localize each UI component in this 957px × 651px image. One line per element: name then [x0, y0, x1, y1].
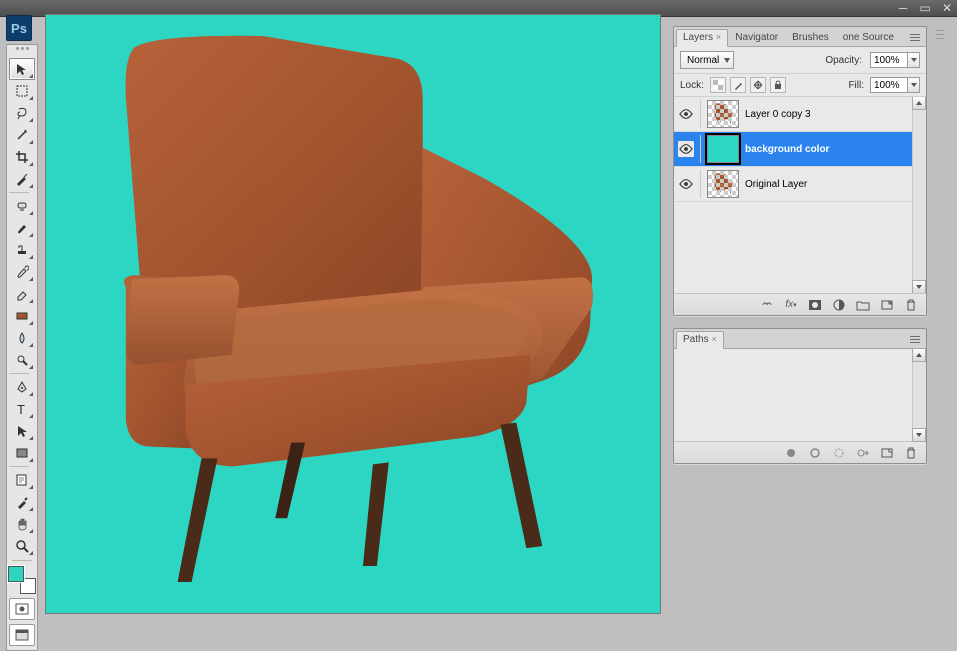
scroll-down-icon[interactable]	[912, 428, 926, 442]
blur-tool[interactable]	[9, 327, 35, 349]
lasso-tool[interactable]	[9, 102, 35, 124]
lock-position-icon[interactable]	[750, 77, 766, 93]
visibility-toggle[interactable]	[678, 141, 694, 157]
path-from-selection-icon[interactable]	[854, 445, 872, 461]
type-tool[interactable]: T	[9, 398, 35, 420]
path-selection-tool[interactable]	[9, 420, 35, 442]
tab-brushes[interactable]: Brushes	[785, 29, 836, 46]
paths-list	[674, 349, 926, 441]
fill-label: Fill:	[848, 80, 864, 91]
layer-name: Original Layer	[745, 179, 807, 190]
opacity-label: Opacity:	[825, 55, 862, 66]
fill-path-icon[interactable]	[782, 445, 800, 461]
marquee-tool[interactable]	[9, 80, 35, 102]
trash-icon[interactable]	[902, 445, 920, 461]
lock-label: Lock:	[680, 80, 704, 91]
opacity-input[interactable]	[870, 52, 908, 68]
foreground-swatch[interactable]	[8, 566, 24, 582]
quick-mask-toggle[interactable]	[9, 598, 35, 620]
rectangle-tool[interactable]	[9, 442, 35, 464]
history-brush-tool[interactable]	[9, 261, 35, 283]
color-swatches[interactable]	[8, 566, 36, 594]
document-canvas[interactable]	[46, 15, 660, 613]
layers-panel-tabs: Layers×NavigatorBrushesone Source	[674, 27, 926, 47]
adjustment-icon[interactable]	[830, 297, 848, 313]
paths-panel: Paths×	[673, 328, 927, 464]
hand-tool[interactable]	[9, 513, 35, 535]
layers-scrollbar[interactable]	[912, 97, 926, 293]
visibility-toggle[interactable]	[678, 106, 694, 122]
crop-tool[interactable]	[9, 146, 35, 168]
app-logo: Ps	[6, 15, 32, 41]
scroll-down-icon[interactable]	[912, 280, 926, 293]
fill-input[interactable]	[870, 77, 908, 93]
layer-name: Layer 0 copy 3	[745, 109, 811, 120]
lock-transparency-icon[interactable]	[710, 77, 726, 93]
trash-icon[interactable]	[902, 297, 920, 313]
panel-menu-icon[interactable]	[908, 332, 922, 346]
blend-mode-select[interactable]: Normal	[680, 51, 734, 69]
toolbox-grip[interactable]	[8, 47, 36, 55]
close-button[interactable]: ✕	[941, 2, 953, 14]
dodge-tool[interactable]	[9, 349, 35, 371]
paths-scrollbar[interactable]	[912, 349, 926, 441]
layer-row[interactable]: Layer 0 copy 3	[674, 97, 912, 132]
magic-wand-tool[interactable]	[9, 124, 35, 146]
tab-layers[interactable]: Layers×	[676, 29, 728, 47]
screen-mode-toggle[interactable]	[9, 624, 35, 646]
fx-icon[interactable]: fx▾	[782, 297, 800, 313]
panel-menu-icon[interactable]	[908, 30, 922, 44]
move-tool[interactable]	[9, 58, 35, 80]
restore-button[interactable]: ▭	[919, 2, 931, 14]
mask-icon[interactable]	[806, 297, 824, 313]
canvas-area	[46, 15, 660, 613]
eyedropper-tool[interactable]	[9, 491, 35, 513]
layer-row[interactable]: Original Layer	[674, 167, 912, 202]
layer-name: background color	[745, 144, 829, 155]
clone-stamp-tool[interactable]	[9, 239, 35, 261]
tab-one-source[interactable]: one Source	[836, 29, 901, 46]
visibility-toggle[interactable]	[678, 176, 694, 192]
scroll-up-icon[interactable]	[912, 348, 926, 362]
paths-footer	[674, 441, 926, 463]
healing-brush-tool[interactable]	[9, 195, 35, 217]
layer-list: Layer 0 copy 3 background color Original L…	[674, 97, 926, 293]
panel-dock-toggle[interactable]	[933, 26, 947, 42]
notes-tool[interactable]	[9, 469, 35, 491]
lock-all-icon[interactable]	[770, 77, 786, 93]
link-icon[interactable]	[758, 297, 776, 313]
selection-from-path-icon[interactable]	[830, 445, 848, 461]
layers-panel: Layers×NavigatorBrushesone Source Normal…	[673, 26, 927, 316]
tab-navigator[interactable]: Navigator	[728, 29, 785, 46]
layer-row[interactable]: background color	[674, 132, 912, 167]
zoom-tool[interactable]	[9, 535, 35, 557]
group-icon[interactable]	[854, 297, 872, 313]
lock-pixels-icon[interactable]	[730, 77, 746, 93]
gradient-tool[interactable]	[9, 305, 35, 327]
pen-tool[interactable]	[9, 376, 35, 398]
slice-tool[interactable]	[9, 168, 35, 190]
fill-flyout-icon[interactable]	[908, 77, 920, 93]
minimize-button[interactable]: ─	[897, 2, 909, 14]
stroke-path-icon[interactable]	[806, 445, 824, 461]
layers-footer: fx▾	[674, 293, 926, 315]
svg-text:T: T	[17, 402, 25, 416]
tab-paths[interactable]: Paths×	[676, 331, 724, 349]
brush-tool[interactable]	[9, 217, 35, 239]
new-path-icon[interactable]	[878, 445, 896, 461]
new-layer-icon[interactable]	[878, 297, 896, 313]
chair-image	[74, 27, 612, 587]
toolbox: T	[6, 44, 38, 651]
paths-panel-tabs: Paths×	[674, 329, 926, 349]
eraser-tool[interactable]	[9, 283, 35, 305]
opacity-flyout-icon[interactable]	[908, 52, 920, 68]
scroll-up-icon[interactable]	[912, 97, 926, 110]
